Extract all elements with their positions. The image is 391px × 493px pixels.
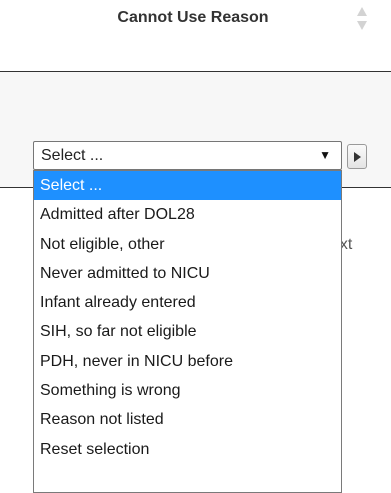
- play-right-icon: [354, 152, 361, 162]
- select-current-value: Select ...: [41, 147, 104, 164]
- dropdown-option[interactable]: Not eligible, other: [34, 230, 341, 259]
- dropdown-option[interactable]: Never admitted to NICU: [34, 259, 341, 288]
- dropdown-option[interactable]: Admitted after DOL28: [34, 200, 341, 229]
- dropdown-option[interactable]: Select ...: [34, 171, 341, 201]
- reason-dropdown-list[interactable]: Select ... Admitted after DOL28 Not eligib…: [33, 170, 342, 493]
- dropdown-option[interactable]: Something is wrong: [34, 376, 341, 405]
- reason-select[interactable]: Select ... ▼: [33, 141, 342, 170]
- dropdown-option[interactable]: Infant already entered: [34, 288, 341, 317]
- sort-icon[interactable]: [357, 5, 367, 33]
- chevron-down-icon: ▼: [319, 148, 331, 162]
- dropdown-option[interactable]: PDH, never in NICU before: [34, 347, 341, 376]
- cannot-use-reason-cell: Cannot Use Reason ext Select ... ▼ Selec…: [0, 0, 391, 493]
- dropdown-option[interactable]: SIH, so far not eligible: [34, 317, 341, 346]
- next-button[interactable]: [347, 144, 367, 169]
- column-header-title: Cannot Use Reason: [117, 9, 269, 26]
- dropdown-option[interactable]: Reset selection: [34, 435, 341, 464]
- dropdown-option[interactable]: Reason not listed: [34, 405, 341, 434]
